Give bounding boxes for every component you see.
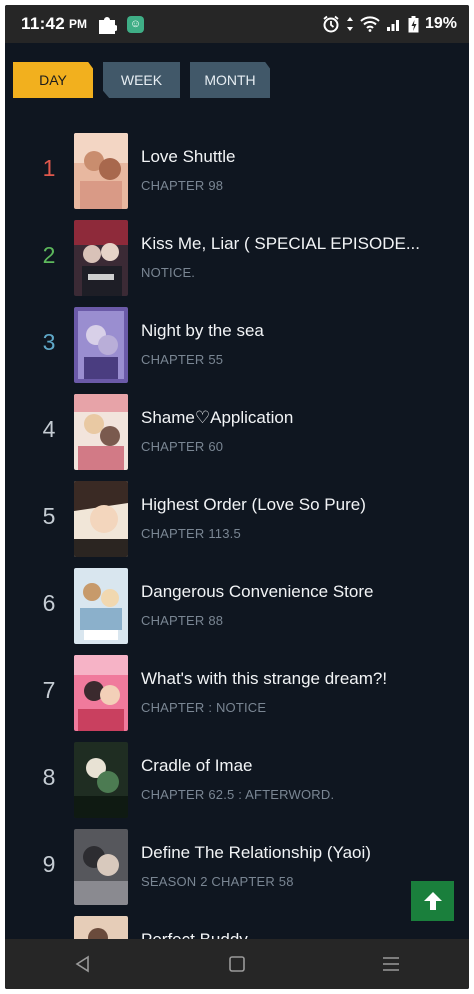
list-item[interactable]: 9 Define The Relationship (Yaoi) SEASON … (5, 829, 469, 905)
series-title[interactable]: What's with this strange dream?! (141, 669, 387, 689)
chapter-label: CHAPTER 60 (141, 439, 224, 454)
list-item[interactable]: 6 Dangerous Convenience Store CHAPTER 88 (5, 568, 469, 644)
chapter-label: CHAPTER 88 (141, 613, 224, 628)
list-item[interactable]: 7 What's with this strange dream?! CHAPT… (5, 655, 469, 731)
status-time: 11:42 (21, 14, 66, 33)
rank-number: 3 (42, 329, 56, 355)
app-screen: 11:42 PM ☺ 19% DAY WEEK MONTH 1 Love Shu… (5, 5, 469, 989)
cover-thumbnail[interactable] (74, 307, 128, 383)
chapter-label: CHAPTER 98 (141, 178, 224, 193)
chapter-label: NOTICE. (141, 265, 196, 280)
series-title[interactable]: Define The Relationship (Yaoi) (141, 843, 371, 863)
cover-thumbnail[interactable] (74, 742, 128, 818)
cover-thumbnail[interactable] (74, 394, 128, 470)
tab-day[interactable]: DAY (13, 62, 93, 98)
wifi-icon (360, 16, 380, 32)
tab-month[interactable]: MONTH (190, 62, 270, 98)
series-title[interactable]: Shame♡Application (141, 408, 293, 428)
arrow-up-icon (423, 892, 442, 910)
rank-number: 2 (42, 242, 56, 268)
menu-lines-icon[interactable] (382, 956, 400, 972)
series-title[interactable]: Highest Order (Love So Pure) (141, 495, 366, 515)
system-nav-bar (5, 939, 469, 989)
rank-number: 9 (42, 851, 56, 877)
period-tabs: DAY WEEK MONTH (13, 62, 270, 98)
list-item[interactable]: 2 Kiss Me, Liar ( SPECIAL EPISODE... NOT… (5, 220, 469, 296)
chapter-label: CHAPTER 113.5 (141, 526, 241, 541)
list-item[interactable]: 3 Night by the sea CHAPTER 55 (5, 307, 469, 383)
series-title[interactable]: Love Shuttle (141, 147, 236, 167)
chapter-label: SEASON 2 CHAPTER 58 (141, 874, 294, 889)
chapter-label: CHAPTER : NOTICE (141, 700, 267, 715)
series-title[interactable]: Cradle of Imae (141, 756, 253, 776)
battery-percent: 19% (424, 15, 457, 32)
rank-number: 8 (42, 764, 56, 790)
status-ampm: PM (69, 17, 88, 31)
chapter-label: CHAPTER 55 (141, 352, 224, 367)
series-title[interactable]: Kiss Me, Liar ( SPECIAL EPISODE... (141, 234, 420, 254)
app-notification-icon: ☺ (127, 15, 145, 33)
rank-number: 1 (42, 155, 56, 181)
series-title[interactable]: Night by the sea (141, 321, 264, 341)
status-bar: 11:42 PM ☺ 19% (5, 5, 469, 43)
cover-thumbnail[interactable] (74, 568, 128, 644)
cover-thumbnail[interactable] (74, 655, 128, 731)
rank-number: 7 (42, 677, 56, 703)
puzzle-icon (97, 14, 119, 34)
series-title[interactable]: Dangerous Convenience Store (141, 582, 373, 602)
back-triangle-icon[interactable] (74, 955, 92, 973)
cover-thumbnail[interactable] (74, 829, 128, 905)
status-icons: 19% (322, 15, 457, 33)
signal-icon (386, 17, 402, 31)
home-square-icon[interactable] (229, 956, 245, 972)
list-item[interactable]: 4 Shame♡Application CHAPTER 60 (5, 394, 469, 470)
rank-number: 4 (42, 416, 56, 442)
battery-icon (408, 15, 419, 33)
list-item[interactable]: 5 Highest Order (Love So Pure) CHAPTER 1… (5, 481, 469, 557)
scroll-top-button[interactable] (411, 881, 454, 921)
list-item[interactable]: 8 Cradle of Imae CHAPTER 62.5 : AFTERWOR… (5, 742, 469, 818)
rank-number: 6 (42, 590, 56, 616)
cover-thumbnail[interactable] (74, 481, 128, 557)
data-arrows-icon (346, 16, 354, 32)
cover-thumbnail[interactable] (74, 133, 128, 209)
rank-number: 5 (42, 503, 56, 529)
cover-thumbnail[interactable] (74, 220, 128, 296)
chapter-label: CHAPTER 62.5 : AFTERWORD. (141, 787, 335, 802)
tab-week[interactable]: WEEK (103, 62, 180, 98)
alarm-icon (322, 15, 340, 33)
list-item[interactable]: 1 Love Shuttle CHAPTER 98 (5, 133, 469, 209)
